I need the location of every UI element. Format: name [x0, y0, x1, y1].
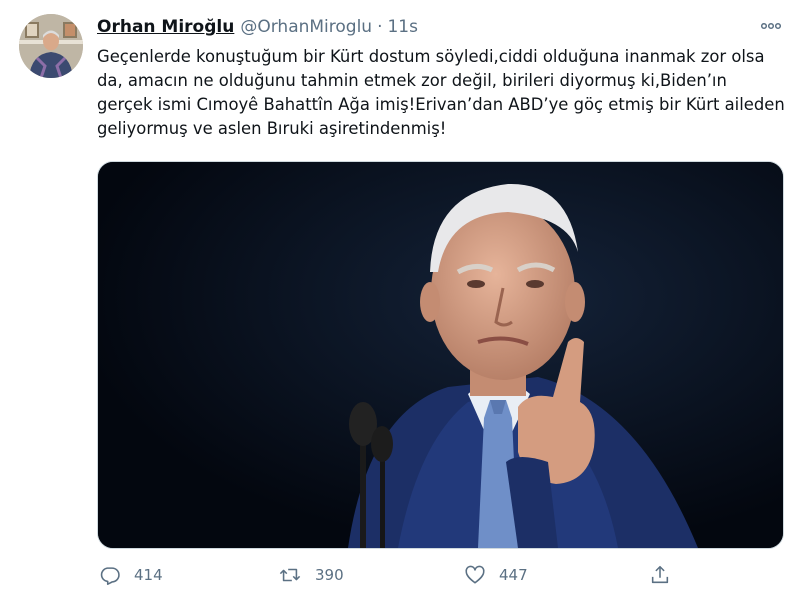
- author-name[interactable]: Orhan Miroğlu: [97, 17, 234, 37]
- retweet-count: 390: [315, 566, 344, 584]
- separator-dot: ·: [377, 17, 383, 37]
- reply-icon: [100, 567, 120, 585]
- heart-icon: [465, 565, 485, 584]
- tweet-photo[interactable]: [97, 161, 784, 549]
- avatar-image: [19, 14, 83, 78]
- like-button[interactable]: 447: [464, 560, 528, 590]
- reply-button[interactable]: 414: [99, 560, 163, 590]
- share-icon: [651, 565, 669, 584]
- author-handle[interactable]: @OrhanMiroglu: [240, 17, 372, 37]
- avatar[interactable]: [19, 14, 83, 78]
- tweet-text: Geçenlerde konuştuğum bir Kürt dostum sö…: [97, 47, 785, 138]
- retweet-icon: [279, 568, 301, 582]
- share-button[interactable]: [649, 560, 671, 590]
- tweet-header: Orhan Miroğlu @OrhanMiroglu · 11s: [97, 14, 418, 40]
- more-icon: [760, 22, 782, 30]
- more-button[interactable]: [754, 12, 788, 40]
- like-count: 447: [499, 566, 528, 584]
- tweet-actions: 414 390 447: [97, 560, 787, 590]
- reply-count: 414: [134, 566, 163, 584]
- tweet-timestamp[interactable]: 11s: [387, 17, 418, 37]
- retweet-button[interactable]: 390: [278, 560, 344, 590]
- tweet: Orhan Miroğlu @OrhanMiroglu · 11s Geçenl…: [0, 0, 805, 607]
- photo-image: [98, 162, 783, 548]
